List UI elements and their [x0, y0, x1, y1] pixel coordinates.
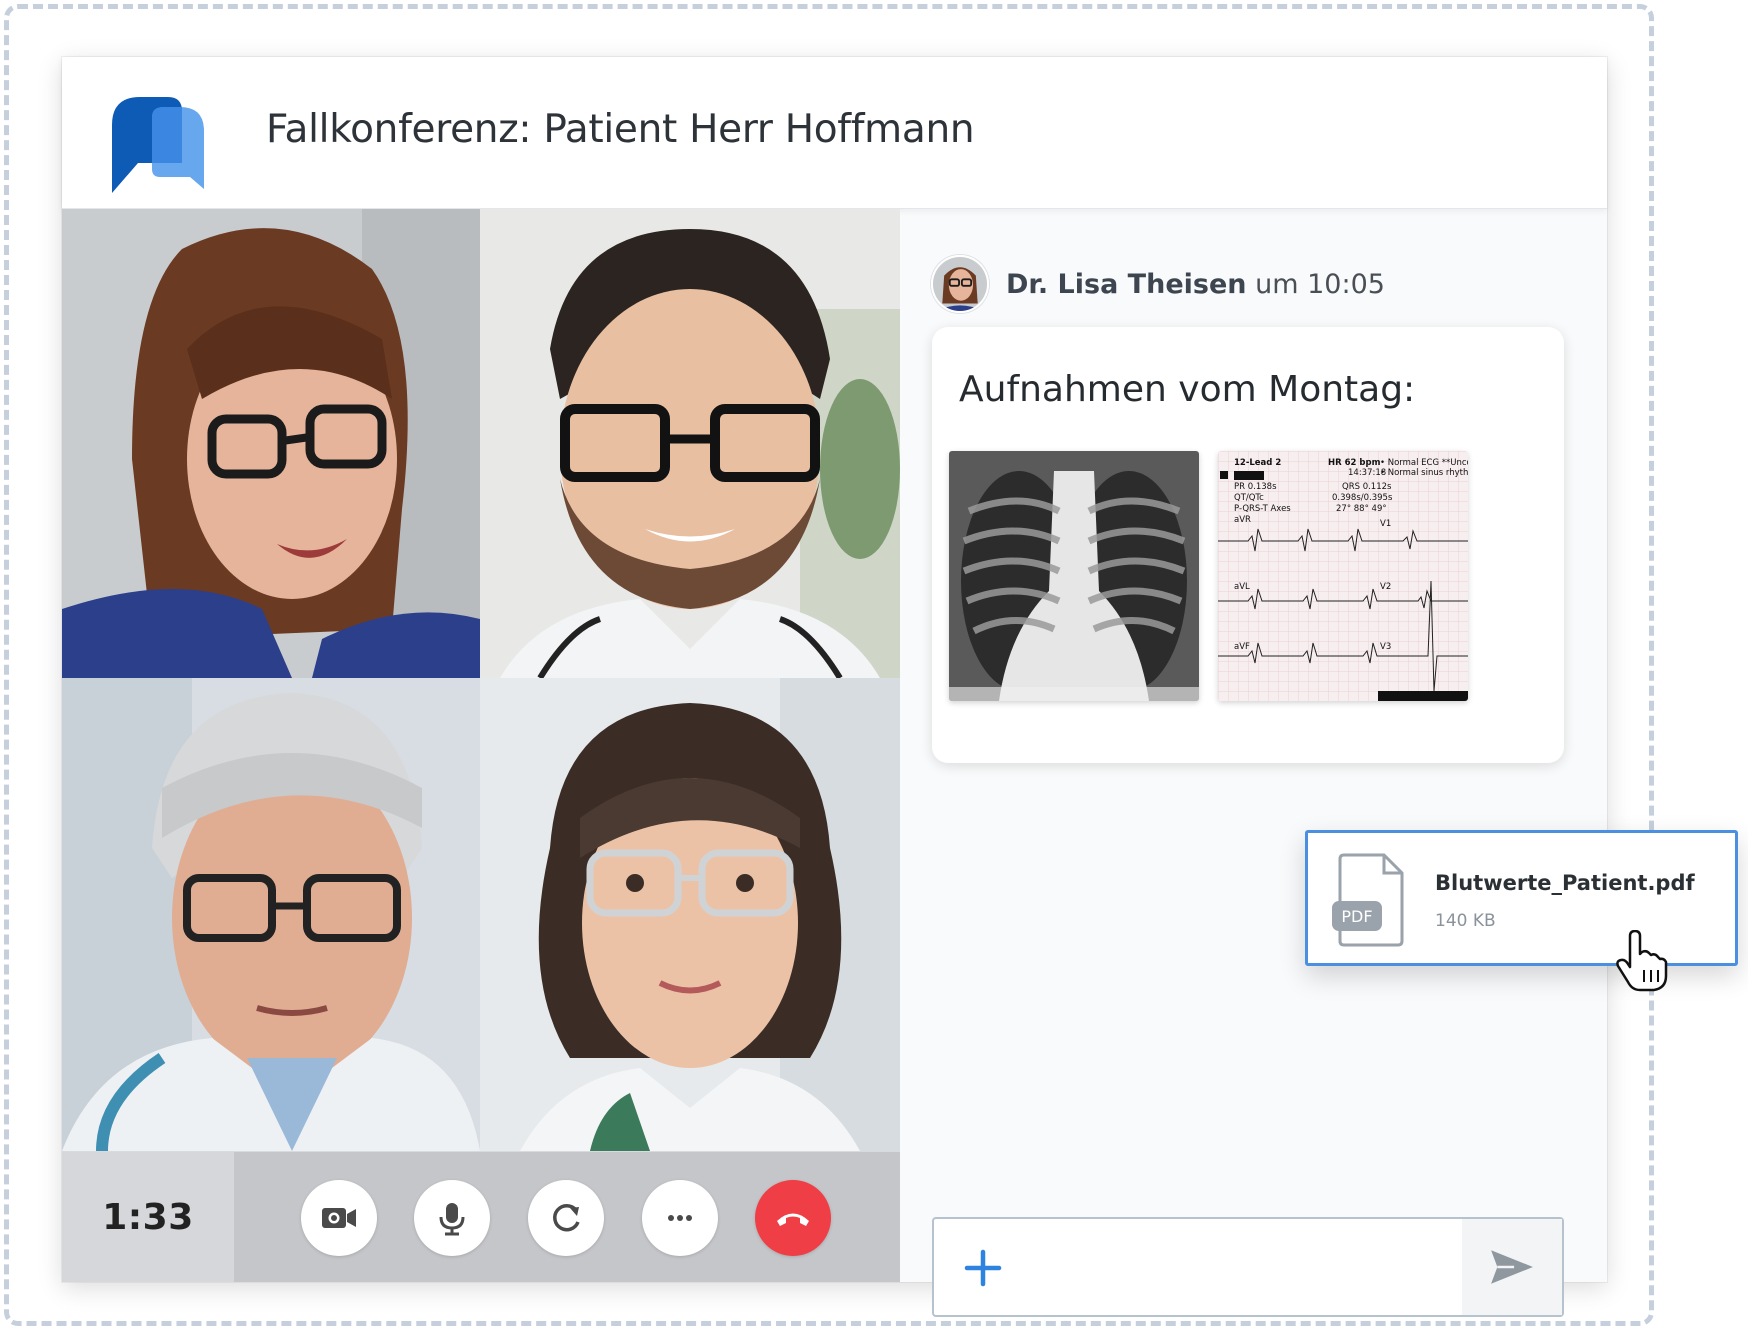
svg-text:aVF: aVF	[1234, 642, 1250, 652]
svg-text:27° 88° 49°: 27° 88° 49°	[1336, 504, 1387, 514]
svg-text:P-QRS-T Axes: P-QRS-T Axes	[1234, 504, 1291, 514]
message-bubble: Aufnahmen vom Montag: 12-Lead 2 HR 62 bp…	[932, 327, 1564, 763]
svg-text:aVL: aVL	[1234, 582, 1250, 592]
video-grid	[62, 209, 900, 1210]
svg-text:• Normal ECG **Unco: • Normal ECG **Unco	[1380, 458, 1468, 468]
ecg-image[interactable]: 12-Lead 2 HR 62 bpm • Normal ECG **Unco …	[1218, 451, 1468, 701]
participant-2-portrait	[480, 209, 900, 678]
camera-icon	[322, 1208, 356, 1228]
message-input-bar[interactable]	[932, 1217, 1564, 1317]
svg-text:PR 0.138s: PR 0.138s	[1234, 482, 1277, 492]
chat-panel: Dr. Lisa Theisen um 10:05 Aufnahmen vom …	[900, 209, 1607, 1317]
svg-text:14:37:18: 14:37:18	[1348, 468, 1386, 478]
participant-video-4[interactable]	[480, 678, 900, 1151]
sender-name: Dr. Lisa Theisen	[1006, 269, 1247, 300]
page-title: Fallkonferenz: Patient Herr Hoffmann	[266, 107, 975, 152]
svg-text:0.398s/0.395s: 0.398s/0.395s	[1332, 493, 1393, 503]
participant-3-portrait	[62, 678, 480, 1151]
add-attachment-button[interactable]	[956, 1241, 1010, 1295]
microphone-icon	[439, 1203, 465, 1236]
more-options-button[interactable]	[642, 1180, 718, 1256]
svg-text:QRS 0.112s: QRS 0.112s	[1342, 482, 1392, 492]
svg-text:aVR: aVR	[1234, 515, 1251, 525]
svg-text:HR 62 bpm: HR 62 bpm	[1328, 458, 1381, 468]
participant-4-portrait	[480, 678, 900, 1151]
svg-text:12-Lead 2: 12-Lead 2	[1234, 458, 1281, 468]
sender-avatar-image	[933, 257, 987, 311]
hang-up-button[interactable]	[755, 1180, 831, 1256]
participant-1-portrait	[62, 209, 480, 678]
header: Fallkonferenz: Patient Herr Hoffmann	[62, 57, 1607, 209]
time-prefix: um	[1255, 269, 1299, 300]
message-meta: Dr. Lisa Theisen um 10:05	[1006, 269, 1385, 300]
svg-text:V1: V1	[1380, 519, 1391, 529]
call-control-bar: 1:33	[62, 1152, 900, 1282]
avatar[interactable]	[931, 255, 989, 313]
app-logo-icon	[112, 97, 204, 193]
microphone-button[interactable]	[414, 1180, 490, 1256]
svg-text:V2: V2	[1380, 582, 1391, 592]
svg-text:V3: V3	[1380, 642, 1391, 652]
file-name: Blutwerte_Patient.pdf	[1435, 871, 1695, 895]
message-time: 10:05	[1307, 269, 1385, 300]
pdf-file-icon: PDF	[1332, 853, 1404, 947]
send-button[interactable]	[1462, 1219, 1562, 1315]
svg-text:QT/QTc: QT/QTc	[1234, 493, 1264, 503]
chest-xray-image[interactable]	[949, 451, 1199, 701]
camera-button[interactable]	[301, 1180, 377, 1256]
dragged-file-card[interactable]: PDF Blutwerte_Patient.pdf 140 KB	[1305, 830, 1738, 966]
xray-graphic	[949, 451, 1199, 701]
file-size: 140 KB	[1435, 911, 1496, 931]
svg-text:• Normal sinus rhythm: • Normal sinus rhythm	[1380, 468, 1468, 478]
plus-icon	[964, 1249, 1002, 1287]
video-conference-window: Fallkonferenz: Patient Herr Hoffmann 1:3…	[62, 57, 1607, 1317]
participant-video-1[interactable]	[62, 209, 480, 678]
switch-camera-button[interactable]	[528, 1180, 604, 1256]
call-timer: 1:33	[62, 1152, 234, 1282]
message-text: Aufnahmen vom Montag:	[959, 369, 1416, 410]
hang-up-icon	[777, 1213, 809, 1226]
file-type-label: PDF	[1341, 907, 1372, 926]
hand-cursor-icon	[1616, 930, 1668, 992]
send-icon	[1491, 1250, 1533, 1284]
more-icon	[668, 1215, 692, 1221]
ecg-graphic: 12-Lead 2 HR 62 bpm • Normal ECG **Unco …	[1218, 451, 1468, 701]
participant-video-2[interactable]	[480, 209, 900, 678]
rotate-icon	[553, 1203, 580, 1232]
participant-video-3[interactable]	[62, 678, 480, 1151]
